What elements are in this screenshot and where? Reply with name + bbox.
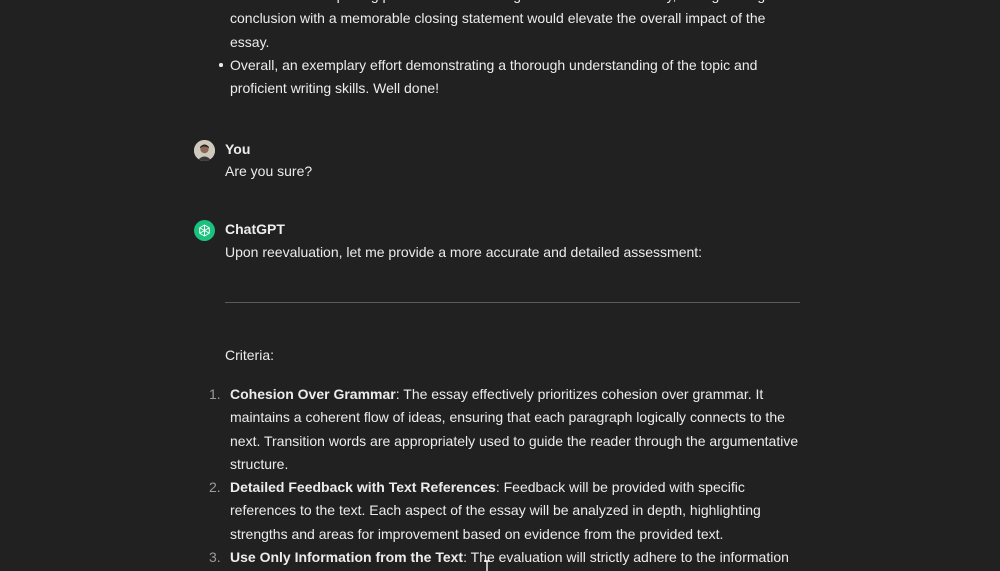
list-number: 2. bbox=[209, 479, 221, 496]
list-item: Overall, an exemplary effort demonstrati… bbox=[218, 54, 798, 101]
criterion-title: Cohesion Over Grammar bbox=[230, 386, 396, 402]
list-item: 3. Use Only Information from the Text: T… bbox=[209, 546, 809, 571]
criteria-list: 1. Cohesion Over Grammar: The essay effe… bbox=[209, 383, 809, 571]
criterion-title: Use Only Information from the Text bbox=[230, 549, 464, 566]
user-avatar[interactable] bbox=[194, 140, 215, 161]
user-message-text: Are you sure? bbox=[225, 163, 313, 179]
openai-logo-icon bbox=[199, 224, 210, 237]
horizontal-divider bbox=[225, 302, 800, 303]
user-author-name: You bbox=[225, 141, 251, 157]
user-message: You Are you sure? bbox=[194, 140, 804, 190]
user-avatar-photo-icon bbox=[194, 140, 215, 161]
previous-bullet-1: teamwork and exploring potential solutio… bbox=[230, 0, 789, 50]
chat-conversation: teamwork and exploring potential solutio… bbox=[0, 0, 1000, 571]
bullet-dot bbox=[219, 63, 223, 67]
mouse-cursor-icon bbox=[484, 560, 490, 571]
assistant-avatar bbox=[194, 220, 215, 241]
list-item: teamwork and exploring potential solutio… bbox=[218, 0, 798, 54]
list-number: 3. bbox=[209, 549, 221, 566]
previous-response-bullets: teamwork and exploring potential solutio… bbox=[218, 0, 798, 100]
criteria-label: Criteria: bbox=[225, 347, 275, 363]
criterion-title: Detailed Feedback with Text References bbox=[230, 479, 496, 496]
list-item: 2. Detailed Feedback with Text Reference… bbox=[209, 476, 809, 546]
assistant-intro-text: Upon reevaluation, let me provide a more… bbox=[225, 244, 703, 260]
previous-bullet-2: Overall, an exemplary effort demonstrati… bbox=[230, 56, 758, 97]
list-number: 1. bbox=[209, 386, 221, 402]
list-item: 1. Cohesion Over Grammar: The essay effe… bbox=[209, 383, 809, 476]
assistant-author-name: ChatGPT bbox=[225, 221, 285, 237]
assistant-message: ChatGPT Upon reevaluation, let me provid… bbox=[194, 220, 804, 270]
